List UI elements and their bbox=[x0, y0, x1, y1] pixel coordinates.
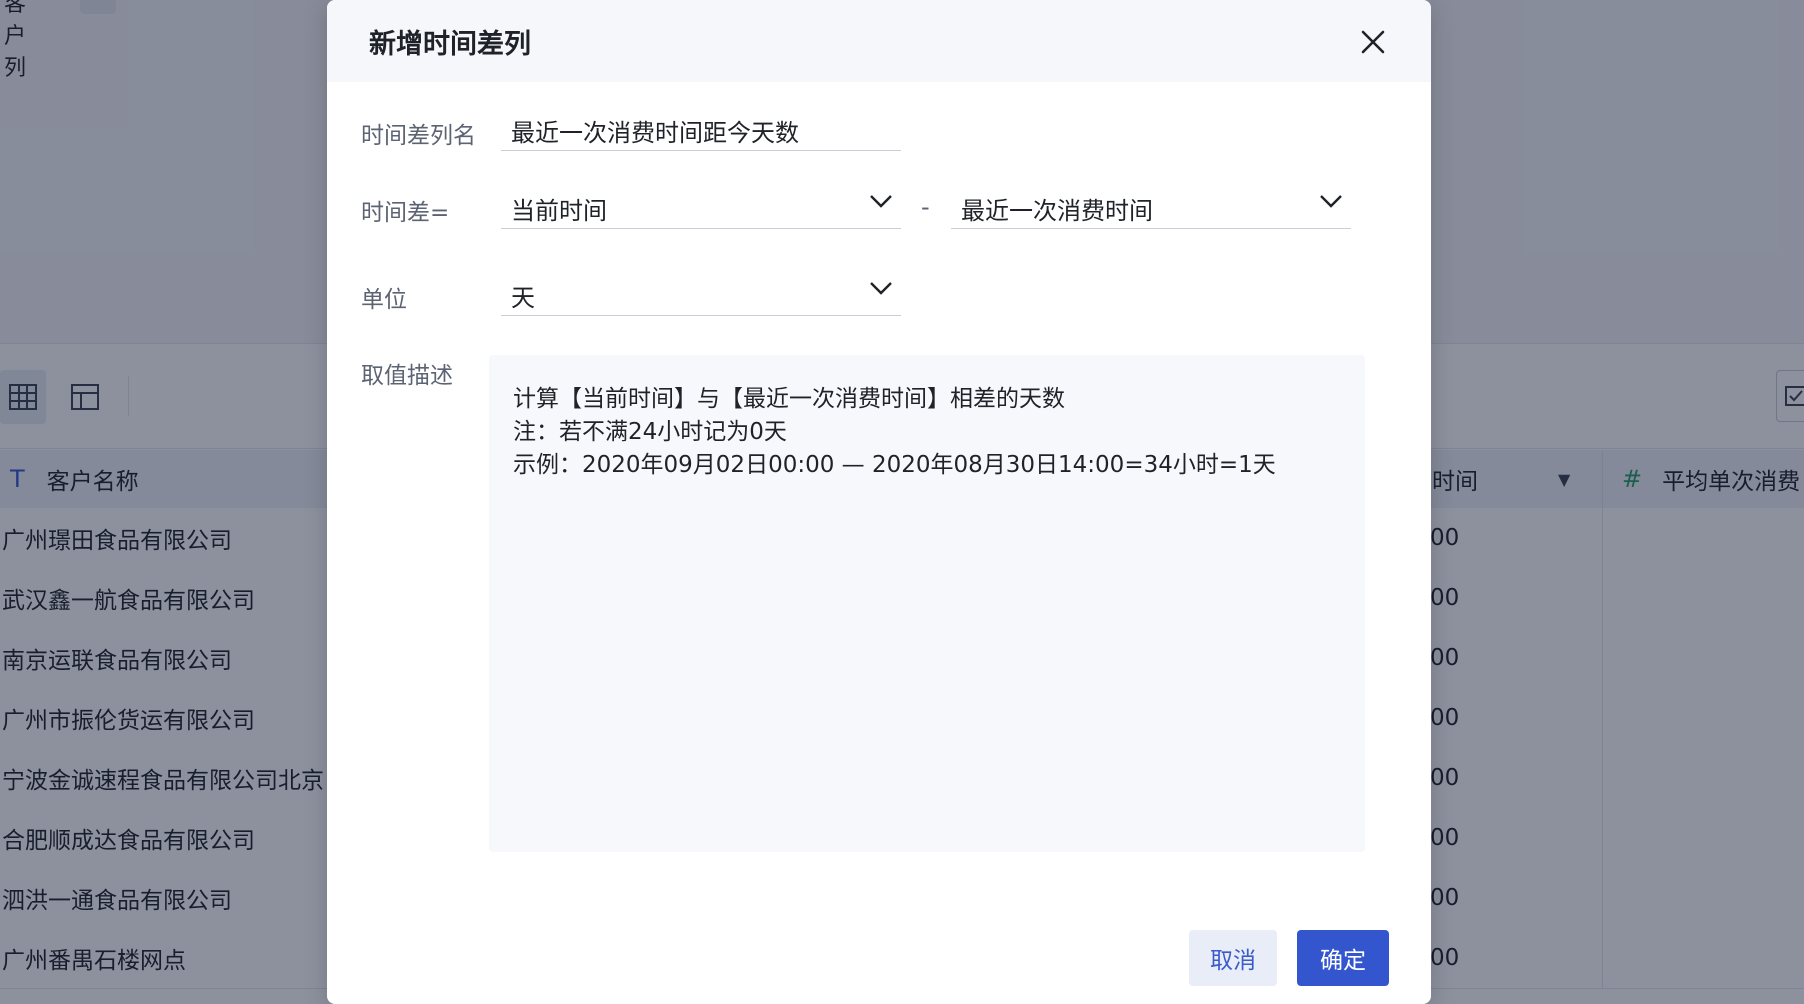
chevron-down-icon bbox=[1319, 193, 1343, 213]
unit-label: 单位 bbox=[361, 287, 407, 313]
end-time-value: 最近一次消费时间 bbox=[961, 197, 1153, 225]
chevron-down-icon bbox=[869, 193, 893, 213]
start-time-value: 当前时间 bbox=[511, 197, 607, 225]
column-name-input[interactable]: 最近一次消费时间距今天数 bbox=[501, 103, 901, 151]
end-time-select[interactable]: 最近一次消费时间 bbox=[951, 181, 1351, 229]
confirm-button[interactable]: 确定 bbox=[1297, 930, 1389, 986]
description-line: 注：若不满24小时记为0天 bbox=[513, 419, 787, 445]
chevron-down-icon bbox=[869, 280, 893, 300]
add-time-diff-column-dialog: 新增时间差列 时间差列名 最近一次消费时间距今天数 时间差= 当前时间 - 最近… bbox=[327, 0, 1431, 1004]
dialog-header: 新增时间差列 bbox=[327, 0, 1431, 82]
dialog-title: 新增时间差列 bbox=[369, 29, 531, 60]
description-label: 取值描述 bbox=[361, 363, 453, 389]
close-icon bbox=[1361, 30, 1385, 54]
description-line: 计算【当前时间】与【最近一次消费时间】相差的天数 bbox=[513, 386, 1065, 412]
unit-value: 天 bbox=[511, 284, 535, 312]
cancel-button[interactable]: 取消 bbox=[1189, 930, 1277, 986]
minus-operator: - bbox=[921, 193, 930, 221]
description-panel: 计算【当前时间】与【最近一次消费时间】相差的天数 注：若不满24小时记为0天 示… bbox=[489, 355, 1365, 852]
column-name-value: 最近一次消费时间距今天数 bbox=[511, 119, 799, 147]
unit-select[interactable]: 天 bbox=[501, 268, 901, 316]
start-time-select[interactable]: 当前时间 bbox=[501, 181, 901, 229]
time-diff-label: 时间差= bbox=[361, 200, 450, 226]
column-name-label: 时间差列名 bbox=[361, 123, 476, 149]
close-button[interactable] bbox=[1355, 24, 1391, 60]
description-line: 示例：2020年09月02日00:00 — 2020年08月30日14:00=3… bbox=[513, 452, 1276, 478]
